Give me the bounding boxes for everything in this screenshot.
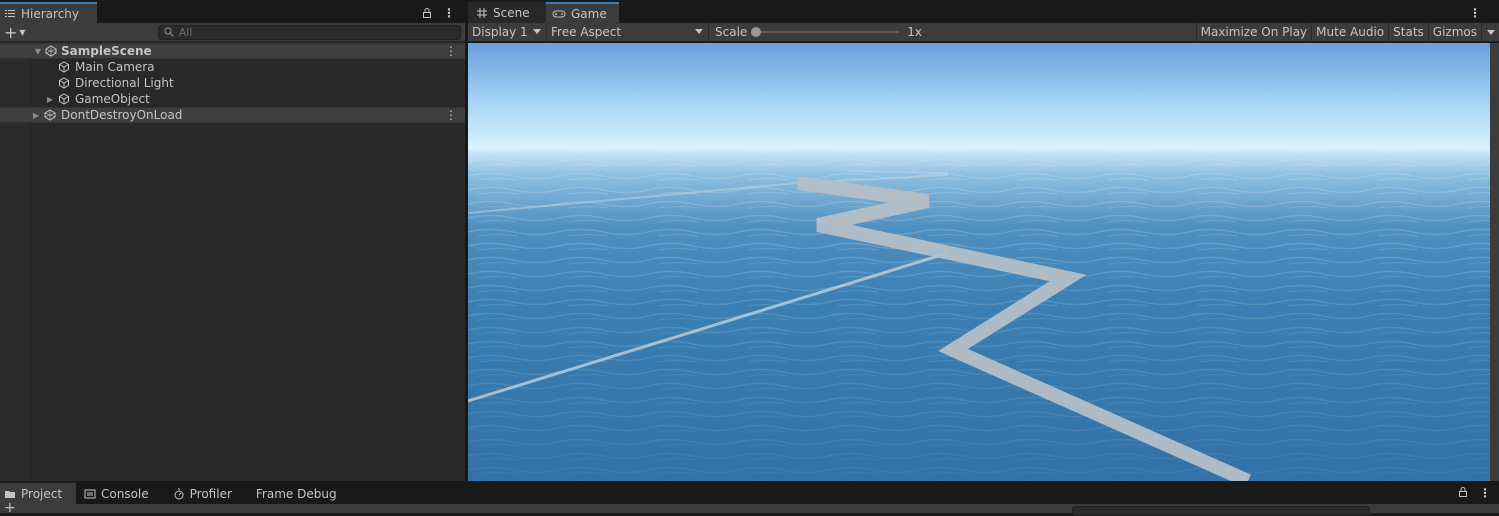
tree-item-directional-light[interactable]: Directional Light xyxy=(0,75,465,91)
aspect-value: Free Aspect xyxy=(551,25,622,39)
tab-console[interactable]: Console xyxy=(76,483,159,504)
unity-scene-icon xyxy=(44,109,56,121)
tab-frame-debug-label: Frame Debug xyxy=(255,486,337,501)
game-menu-icon[interactable]: ⋮ xyxy=(1469,6,1481,20)
caret-down-icon xyxy=(533,28,541,34)
cube-icon xyxy=(58,61,70,73)
tab-profiler[interactable]: Profiler xyxy=(159,483,242,504)
tab-game-label: Game xyxy=(571,6,607,21)
maximize-on-play-button[interactable]: Maximize On Play xyxy=(1195,22,1312,42)
tree-item-label: Directional Light xyxy=(75,76,174,90)
hierarchy-toolbar: + ▼ All xyxy=(0,23,465,42)
gizmos-label: Gizmos xyxy=(1432,25,1477,39)
cube-icon xyxy=(58,77,70,89)
profiler-icon xyxy=(173,488,185,500)
tab-hierarchy[interactable]: Hierarchy xyxy=(0,2,98,23)
hierarchy-panel: + ▼ All ▼ SampleScene ⋮ Main Camera Dire xyxy=(0,23,465,481)
gizmos-dropdown-button[interactable] xyxy=(1481,22,1499,42)
lock-icon[interactable] xyxy=(1457,486,1469,498)
lock-icon[interactable] xyxy=(421,7,433,19)
hierarchy-menu-icon[interactable]: ⋮ xyxy=(443,6,455,20)
list-icon xyxy=(4,8,16,20)
grid-icon xyxy=(476,7,488,19)
caret-down-icon xyxy=(1487,29,1495,35)
caret-down-icon xyxy=(695,28,703,34)
tab-hierarchy-label: Hierarchy xyxy=(21,6,80,21)
folder-icon xyxy=(4,488,16,500)
game-viewport[interactable] xyxy=(468,43,1490,481)
expand-arrow-icon[interactable]: ▼ xyxy=(33,47,43,56)
project-menu-icon[interactable]: ⋮ xyxy=(1479,486,1491,500)
ocean-scene xyxy=(468,147,1490,481)
aspect-dropdown[interactable]: Free Aspect xyxy=(547,22,709,42)
tree-item-label: SampleScene xyxy=(61,44,152,58)
gamepad-icon xyxy=(552,8,566,20)
hierarchy-tabbar: Hierarchy ⋮ xyxy=(0,2,465,23)
collapse-arrow-icon[interactable]: ▶ xyxy=(45,95,55,104)
tab-frame-debug[interactable]: Frame Debug xyxy=(242,483,347,504)
tree-item-label: GameObject xyxy=(75,92,150,106)
tree-item-main-camera[interactable]: Main Camera xyxy=(0,59,465,75)
project-tabbar: Project Console Profiler Frame Debug xyxy=(0,483,1499,504)
console-icon xyxy=(84,488,96,500)
search-icon xyxy=(163,26,175,38)
display-dropdown[interactable]: Display 1 xyxy=(468,22,547,42)
plus-icon: + xyxy=(4,22,18,42)
tree-item-label: Main Camera xyxy=(75,60,155,74)
gizmos-button[interactable]: Gizmos xyxy=(1427,22,1481,42)
tab-profiler-label: Profiler xyxy=(189,486,232,501)
tree-item-samplescene[interactable]: ▼ SampleScene ⋮ xyxy=(0,43,465,59)
collapse-arrow-icon[interactable]: ▶ xyxy=(31,111,41,120)
tab-scene[interactable]: Scene xyxy=(468,2,546,23)
display-value: Display 1 xyxy=(472,25,528,39)
tree-item-label: DontDestroyOnLoad xyxy=(61,108,183,122)
tab-game[interactable]: Game xyxy=(546,2,619,23)
project-search-input[interactable] xyxy=(1072,506,1370,516)
project-tab-controls: ⋮ xyxy=(1457,486,1491,500)
game-toolbar: Display 1 Free Aspect Scale 1x Maximize … xyxy=(468,22,1499,42)
project-create-button[interactable]: + xyxy=(4,500,16,516)
scale-value: 1x xyxy=(907,25,923,39)
game-tabbar: Scene Game ⋮ xyxy=(468,2,1499,23)
tree-item-dontdestroyonload[interactable]: ▶ DontDestroyOnLoad ⋮ xyxy=(0,107,465,123)
scale-slider[interactable] xyxy=(751,27,900,37)
hierarchy-search-input[interactable]: All xyxy=(157,24,461,40)
stats-button[interactable]: Stats xyxy=(1388,22,1428,42)
chevron-down-icon: ▼ xyxy=(19,27,26,37)
viewport-scrollbar[interactable] xyxy=(1490,43,1499,481)
create-button[interactable]: + ▼ xyxy=(4,22,32,42)
search-placeholder: All xyxy=(178,25,193,39)
tree-item-gameobject[interactable]: ▶ GameObject xyxy=(0,91,465,107)
scale-label: Scale xyxy=(715,25,748,39)
scale-slider-thumb[interactable] xyxy=(751,27,762,37)
scene-menu-icon[interactable]: ⋮ xyxy=(445,108,457,122)
scene-menu-icon[interactable]: ⋮ xyxy=(445,44,457,58)
scale-control: Scale 1x xyxy=(709,25,922,39)
cube-icon xyxy=(58,93,70,105)
tab-scene-label: Scene xyxy=(493,5,530,20)
unity-scene-icon xyxy=(45,45,57,57)
tab-console-label: Console xyxy=(101,486,149,501)
mute-audio-button[interactable]: Mute Audio xyxy=(1311,22,1388,42)
tab-project-label: Project xyxy=(21,486,63,501)
